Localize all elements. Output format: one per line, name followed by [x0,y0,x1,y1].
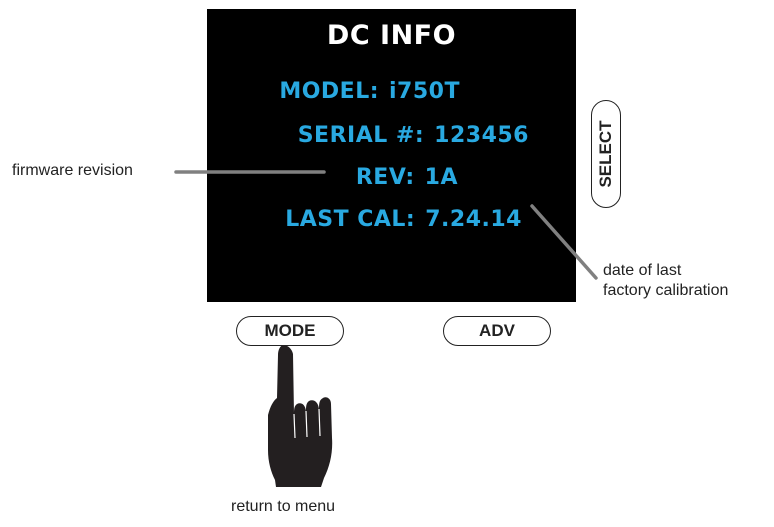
calibration-callout-line1: date of last [603,262,682,279]
calibration-callout-line [530,204,598,280]
pointing-hand-icon [268,345,333,487]
firmware-revision-callout: firmware revision [12,162,133,179]
calibration-date-callout: date of last factory calibration [603,261,728,301]
return-to-menu-callout: return to menu [231,498,336,515]
calibration-callout-line2: factory calibration [603,282,729,299]
